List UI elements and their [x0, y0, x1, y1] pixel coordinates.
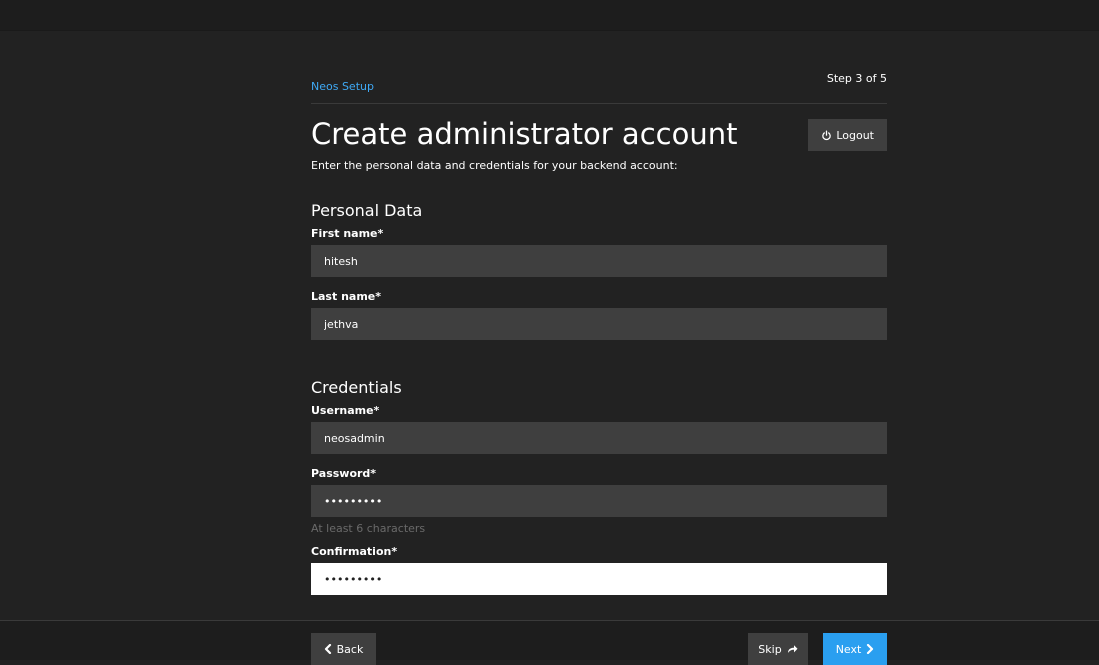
skip-button[interactable]: Skip: [748, 633, 808, 665]
username-field[interactable]: [311, 422, 887, 454]
password-field[interactable]: [311, 485, 887, 517]
back-label: Back: [336, 642, 364, 656]
footer-bar: Back Skip Next: [0, 620, 1099, 665]
first-name-field[interactable]: [311, 245, 887, 277]
username-label: Username*: [311, 404, 380, 417]
share-arrow-icon: [787, 644, 798, 654]
brand-link[interactable]: Neos Setup: [311, 80, 374, 93]
personal-data-heading: Personal Data: [311, 201, 423, 220]
skip-label: Skip: [758, 642, 782, 656]
first-name-label: First name*: [311, 227, 384, 240]
next-label: Next: [835, 642, 862, 656]
intro-text: Enter the personal data and credentials …: [311, 159, 678, 172]
page-title: Create administrator account: [311, 117, 738, 151]
password-label: Password*: [311, 467, 377, 480]
chevron-right-icon: [866, 644, 874, 654]
chevron-left-icon: [324, 644, 332, 654]
last-name-field[interactable]: [311, 308, 887, 340]
password-hint: At least 6 characters: [311, 522, 426, 535]
next-button[interactable]: Next: [823, 633, 887, 665]
power-icon: [821, 129, 832, 141]
confirmation-field[interactable]: [311, 563, 887, 595]
back-button[interactable]: Back: [311, 633, 376, 665]
last-name-label: Last name*: [311, 290, 381, 303]
top-bar: [0, 0, 1099, 31]
setup-header: Neos Setup Step 3 of 5: [311, 30, 887, 104]
logout-button[interactable]: Logout: [808, 119, 887, 151]
step-indicator: Step 3 of 5: [826, 72, 887, 85]
credentials-heading: Credentials: [311, 378, 402, 397]
confirmation-label: Confirmation*: [311, 545, 398, 558]
logout-label: Logout: [836, 128, 874, 142]
